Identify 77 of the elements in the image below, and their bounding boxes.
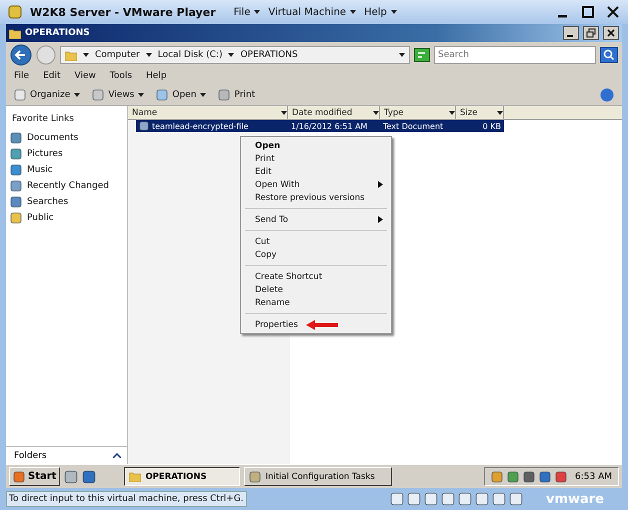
dropdown-caret-icon — [83, 53, 89, 57]
restore-button[interactable] — [583, 26, 599, 40]
table-cell-text: 1/16/2012 6:51 AM — [290, 122, 368, 130]
menu-item[interactable]: View — [74, 71, 96, 81]
toolbar-button[interactable]: Views — [92, 88, 144, 100]
column-header[interactable]: Type — [380, 106, 456, 119]
menu-item[interactable]: Properties — [243, 318, 389, 331]
status-hint: To direct input to this virtual machine, press Ctrl+G. — [6, 491, 247, 507]
toolbar-button[interactable]: Organize — [14, 88, 80, 100]
toolbar-button[interactable]: Print — [218, 88, 256, 100]
nav-link[interactable]: Music — [6, 162, 127, 178]
menu-item[interactable]: Help — [146, 71, 167, 81]
address-bar[interactable]: Computer Local Disk (C:) OPERATIONS — [60, 46, 410, 64]
menu-item[interactable]: Print — [243, 152, 389, 165]
window-title: W2K8 Server - VMware Player — [30, 6, 216, 18]
window-title: OPERATIONS — [25, 28, 90, 38]
column-header[interactable]: Date modified — [288, 106, 380, 119]
menu-item[interactable]: Edit — [243, 165, 389, 178]
menu-item[interactable]: Tools — [110, 71, 132, 81]
section-title: Favorite Links — [12, 114, 75, 124]
menu-item[interactable]: Send To — [243, 213, 389, 226]
breadcrumb-item[interactable]: OPERATIONS — [240, 50, 298, 60]
dropdown-caret-icon — [399, 53, 405, 57]
vmware-logo: vmware — [546, 492, 604, 506]
submenu-arrow-icon — [378, 216, 383, 223]
menu-item[interactable]: Rename — [243, 296, 389, 309]
menu-item[interactable]: File — [14, 71, 30, 81]
file-row[interactable]: teamlead-encrypted-file 1/16/2012 6:51 AM Text Document 0 KB — [136, 120, 504, 132]
dropdown-caret-icon — [200, 92, 206, 96]
dropdown-caret-icon — [146, 53, 152, 57]
menu-item[interactable]: File — [234, 6, 260, 18]
menu-item[interactable]: Create Shortcut — [243, 270, 389, 283]
nav-link[interactable]: Recently Changed — [6, 178, 127, 194]
dropdown-caret-icon — [281, 110, 287, 114]
search-icon[interactable] — [600, 47, 618, 63]
nav-link[interactable]: Pictures — [6, 146, 127, 162]
close-icon[interactable] — [606, 5, 620, 19]
dropdown-caret-icon — [350, 10, 356, 14]
breadcrumb-item[interactable]: Local Disk (C:) — [158, 50, 222, 60]
menu-item[interactable]: Edit — [43, 71, 60, 81]
menu-item[interactable]: Cut — [243, 235, 389, 248]
menu-item[interactable]: Open With — [243, 178, 389, 191]
taskbar-button[interactable]: Initial Configuration Tasks — [244, 467, 392, 486]
dropdown-caret-icon — [74, 92, 80, 96]
nav-link[interactable]: Documents — [6, 130, 127, 146]
dropdown-caret-icon — [254, 10, 260, 14]
dropdown-caret-icon — [373, 110, 379, 114]
close-button[interactable] — [603, 26, 619, 40]
minimize-button[interactable] — [563, 26, 579, 40]
breadcrumb-item[interactable]: Computer — [95, 50, 140, 60]
nav-link[interactable]: Public — [6, 210, 127, 226]
start-button[interactable]: Start — [9, 467, 60, 486]
file-name: teamlead-encrypted-file — [136, 121, 288, 131]
maximize-icon[interactable] — [581, 5, 595, 19]
menu-item[interactable]: Help — [364, 6, 397, 18]
menu-item[interactable]: Virtual Machine — [268, 6, 356, 18]
nav-link[interactable]: Searches — [6, 194, 127, 210]
toolbar-button[interactable]: Open — [156, 88, 206, 100]
table-cell-text: 0 KB — [482, 122, 502, 130]
submenu-arrow-icon — [378, 181, 383, 188]
table-cell-text: Text Document — [382, 122, 444, 130]
dropdown-caret-icon — [449, 110, 455, 114]
menu-item[interactable]: Delete — [243, 283, 389, 296]
dropdown-caret-icon — [138, 92, 144, 96]
clock: 6:53 AM — [575, 472, 612, 482]
column-header[interactable]: Name — [128, 106, 288, 119]
pointer-arrow-icon — [306, 320, 338, 330]
menu-item[interactable]: Restore previous versions — [243, 191, 389, 204]
column-header[interactable]: Size — [456, 106, 504, 119]
dropdown-caret-icon — [390, 10, 397, 14]
dropdown-caret-icon — [497, 110, 503, 114]
chevron-up-icon — [113, 453, 121, 458]
search-field[interactable]: Search — [434, 46, 596, 64]
taskbar-button[interactable]: OPERATIONS — [124, 467, 240, 486]
dropdown-caret-icon — [228, 53, 234, 57]
menu-item[interactable]: Copy — [243, 248, 389, 261]
menu-item[interactable]: Open — [243, 139, 389, 152]
